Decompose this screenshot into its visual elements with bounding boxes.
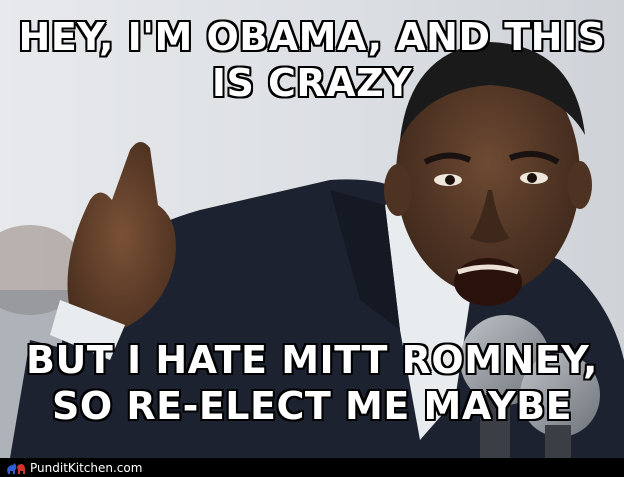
top-caption-line: HEY, I'M OBAMA, AND THIS	[18, 15, 606, 59]
meme-image: HEY, I'M OBAMA, AND THIS IS CRAZY BUT I …	[0, 0, 624, 477]
watermark-bar: PunditKitchen.com	[0, 458, 624, 477]
watermark-text: PunditKitchen.com	[30, 460, 143, 475]
donkey-elephant-logo-icon	[7, 462, 25, 474]
bottom-caption: BUT I HATE MITT ROMNEY, SO RE-ELECT ME M…	[0, 337, 624, 429]
bottom-caption-line: BUT I HATE MITT ROMNEY,	[26, 338, 598, 382]
top-caption-line: IS CRAZY	[211, 61, 413, 105]
bottom-caption-line: SO RE-ELECT ME MAYBE	[51, 384, 573, 428]
top-caption: HEY, I'M OBAMA, AND THIS IS CRAZY	[0, 14, 624, 106]
